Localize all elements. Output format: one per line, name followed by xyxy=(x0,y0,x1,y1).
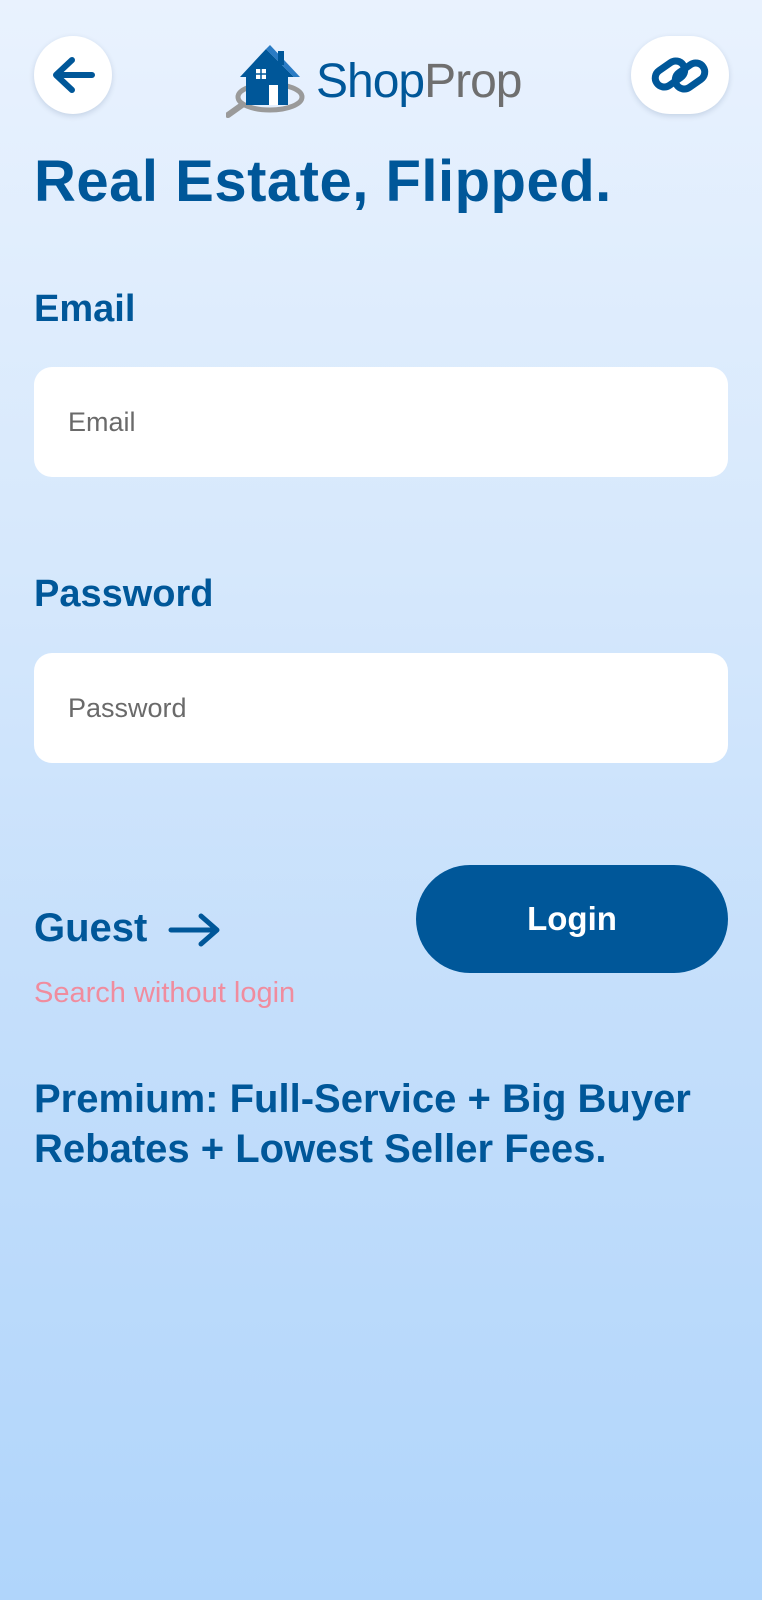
guest-subtitle: Search without login xyxy=(34,977,296,1009)
logo-text-shop: Shop xyxy=(316,55,425,108)
logo-wordmark: ShopProp xyxy=(316,55,523,108)
logo-text-prop: Prop xyxy=(424,55,522,108)
guest-label: Guest xyxy=(34,906,148,950)
guest-link[interactable]: Guest xyxy=(34,906,221,951)
app-logo: ShopProp xyxy=(226,44,523,120)
back-button[interactable] xyxy=(34,36,112,114)
arrow-right-icon xyxy=(168,913,220,946)
link-button[interactable] xyxy=(631,36,729,114)
password-label: Password xyxy=(34,573,214,615)
arrow-left-icon xyxy=(53,57,95,93)
email-field[interactable] xyxy=(34,367,728,477)
link-icon xyxy=(651,57,709,93)
email-label: Email xyxy=(34,288,136,330)
house-magnifier-icon xyxy=(226,45,305,118)
login-button[interactable]: Login xyxy=(416,865,728,973)
page-headline: Real Estate, Flipped. xyxy=(34,149,612,214)
premium-text: Premium: Full-Service + Big Buyer Rebate… xyxy=(34,1077,691,1171)
password-field[interactable] xyxy=(34,653,728,763)
